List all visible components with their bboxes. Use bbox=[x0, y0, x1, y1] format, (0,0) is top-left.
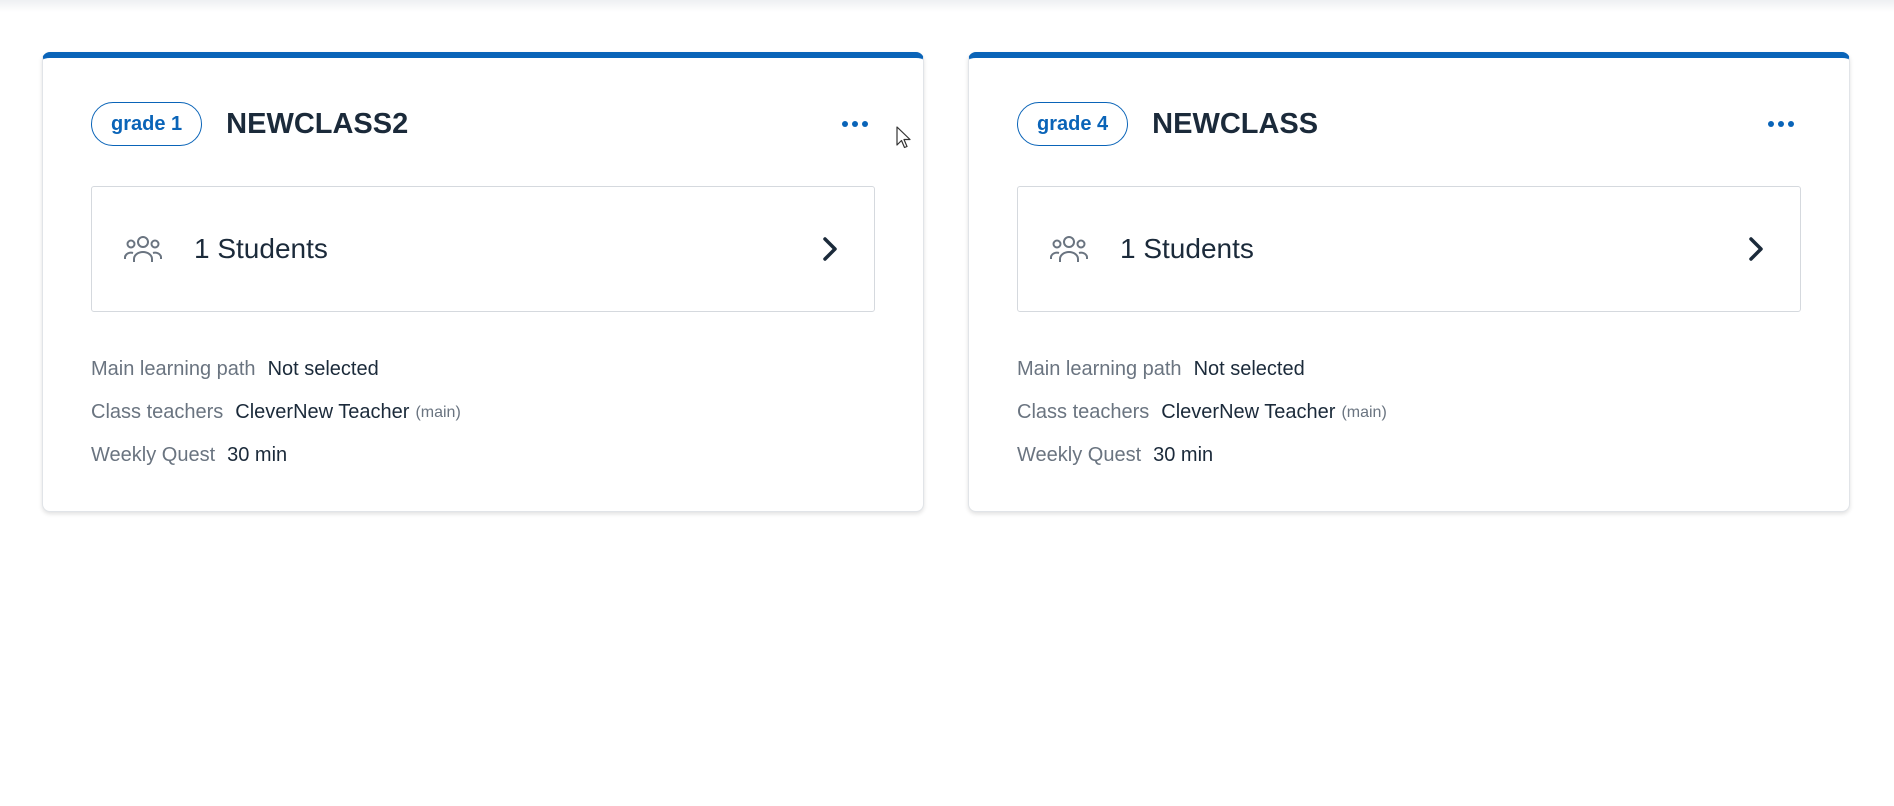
class-options-button[interactable] bbox=[1761, 104, 1801, 144]
teacher-role: (main) bbox=[415, 403, 461, 421]
class-teacher-name: CleverNew Teacher bbox=[1161, 401, 1336, 423]
class-teachers-label: Class teachers bbox=[91, 401, 224, 423]
chevron-right-icon bbox=[1748, 234, 1772, 264]
class-teachers-row: Class teachers CleverNew Teacher (main) bbox=[91, 391, 461, 434]
class-card: grade 4 NEWCLASS 1 Students Main learnin… bbox=[968, 52, 1850, 512]
class-details: Main learning path Not selected Class te… bbox=[91, 348, 461, 477]
class-card-header: grade 1 NEWCLASS2 bbox=[91, 100, 875, 148]
learning-path-row: Main learning path Not selected bbox=[1017, 348, 1387, 391]
class-details: Main learning path Not selected Class te… bbox=[1017, 348, 1387, 477]
class-teachers-label: Class teachers bbox=[1017, 401, 1150, 423]
grade-badge: grade 4 bbox=[1017, 102, 1129, 146]
weekly-quest-label: Weekly Quest bbox=[1017, 444, 1142, 466]
people-group-icon bbox=[124, 233, 164, 265]
weekly-quest-value: 30 min bbox=[1153, 444, 1214, 466]
chevron-right-icon bbox=[822, 234, 846, 264]
learning-path-row: Main learning path Not selected bbox=[91, 348, 461, 391]
teacher-role: (main) bbox=[1341, 403, 1387, 421]
class-card-header: grade 4 NEWCLASS bbox=[1017, 100, 1801, 148]
students-count-label: 1 Students bbox=[1120, 233, 1254, 264]
students-link[interactable]: 1 Students bbox=[1017, 186, 1801, 312]
class-teacher-name: CleverNew Teacher bbox=[235, 401, 410, 423]
weekly-quest-label: Weekly Quest bbox=[91, 444, 216, 466]
students-link[interactable]: 1 Students bbox=[91, 186, 875, 312]
more-horizontal-icon bbox=[1768, 121, 1794, 127]
class-card-list: grade 1 NEWCLASS2 1 Students Main learni… bbox=[42, 52, 1850, 512]
learning-path-value: Not selected bbox=[1193, 358, 1305, 380]
more-horizontal-icon bbox=[842, 121, 868, 127]
students-count-label: 1 Students bbox=[194, 233, 328, 264]
weekly-quest-row: Weekly Quest 30 min bbox=[1017, 434, 1387, 477]
grade-badge: grade 1 bbox=[91, 102, 203, 146]
learning-path-label: Main learning path bbox=[1017, 358, 1182, 380]
class-teachers-row: Class teachers CleverNew Teacher (main) bbox=[1017, 391, 1387, 434]
learning-path-label: Main learning path bbox=[91, 358, 256, 380]
class-options-button[interactable] bbox=[835, 104, 875, 144]
class-name[interactable]: NEWCLASS2 bbox=[226, 108, 408, 141]
learning-path-value: Not selected bbox=[267, 358, 379, 380]
weekly-quest-row: Weekly Quest 30 min bbox=[91, 434, 461, 477]
weekly-quest-value: 30 min bbox=[227, 444, 288, 466]
header-shadow bbox=[0, 0, 1894, 12]
mouse-pointer-icon bbox=[896, 126, 911, 149]
class-name[interactable]: NEWCLASS bbox=[1152, 108, 1318, 141]
class-card: grade 1 NEWCLASS2 1 Students Main learni… bbox=[42, 52, 924, 512]
people-group-icon bbox=[1050, 233, 1090, 265]
